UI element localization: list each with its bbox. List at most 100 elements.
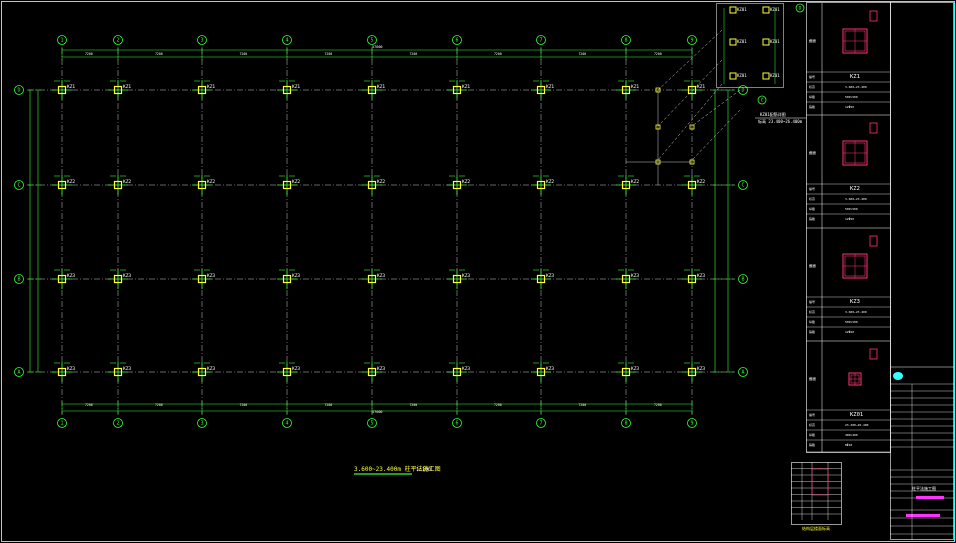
- column-tag: KZ1: [292, 84, 300, 90]
- column-tag: KZ3: [546, 366, 554, 372]
- detail-column[interactable]: [729, 72, 737, 80]
- schedule-size: 500×500: [845, 207, 858, 211]
- bay-dimension: 7200: [494, 403, 502, 407]
- detail-column[interactable]: [729, 6, 737, 14]
- schedule-tag: KZ01: [850, 412, 863, 418]
- column-tag: KZ2: [207, 179, 215, 185]
- axis-bubble-left-label: C: [17, 183, 20, 189]
- drawing-border: [1, 1, 955, 542]
- column-tag: KZ3: [292, 366, 300, 372]
- axis-bubble-top-label: 9: [690, 38, 693, 44]
- column-tag: KZ3: [377, 366, 385, 372]
- column-tag: KZ3: [377, 273, 385, 279]
- column-tag: KZ2: [462, 179, 470, 185]
- axis-bubble-left-label: A: [17, 370, 20, 376]
- axis-bubble-bottom-label: 6: [455, 421, 458, 427]
- schedule-row-label: 标高: [809, 422, 815, 427]
- detail-column[interactable]: [762, 6, 770, 14]
- schedule-row-label: 编号: [809, 74, 815, 79]
- schedule-row-label: 标高: [809, 84, 815, 89]
- schedule-row-label: 截面: [809, 38, 817, 43]
- schedule-row-label: 纵筋: [809, 319, 815, 324]
- schedule-row-label: 标高: [809, 309, 815, 314]
- schedule-row-label: 纵筋: [809, 94, 815, 99]
- schedule-size: 500×500: [845, 320, 858, 324]
- bay-dimension: 7200: [155, 52, 163, 56]
- schedule-row-label: 截面: [809, 150, 817, 155]
- column-tag: KZ1: [697, 84, 705, 90]
- column-tag: KZ3: [207, 273, 215, 279]
- bay-dimension: 7200: [240, 52, 248, 56]
- detail-column[interactable]: [762, 38, 770, 46]
- column-tag: KZ3: [67, 273, 75, 279]
- column-tag: KZ1: [546, 84, 554, 90]
- schedule-elevation: 23.400~26.400: [845, 423, 869, 427]
- bay-dimension: 7200: [240, 403, 248, 407]
- detail-note-line1: KZ01配筋详图: [760, 111, 786, 117]
- column-tag: KZ3: [207, 366, 215, 372]
- schedule-row-label: 箍筋: [809, 216, 815, 221]
- column-tag: KZ3: [123, 366, 131, 372]
- bay-dimension: 7200: [654, 403, 662, 407]
- column-tag: KZ3: [631, 366, 639, 372]
- axis-bubble-bottom-label: 4: [285, 421, 288, 427]
- bay-dimension: 7200: [494, 52, 502, 56]
- overall-dimension-bottom: 57600: [372, 410, 383, 414]
- axis-bubble-right-label: B: [741, 277, 744, 283]
- schedule-row-label: 纵筋: [809, 432, 815, 437]
- axis-bubble-bottom-label: 7: [539, 421, 542, 427]
- schedule-elevation: 3.600~23.400: [845, 85, 867, 89]
- axis-bubble-bottom-label: 5: [370, 421, 373, 427]
- plan-caption-scale: 1:100: [416, 467, 431, 473]
- axis-bubble-right-label: D: [741, 88, 744, 94]
- column-tag: KZ1: [207, 84, 215, 90]
- axis-bubble-top-label: 2: [116, 38, 119, 44]
- axis-bubble-top-label: 5: [370, 38, 373, 44]
- column-tag: KZ2: [292, 179, 300, 185]
- schedule-row-label: 纵筋: [809, 206, 815, 211]
- detail-column-tag: KZ01: [737, 7, 747, 12]
- bay-dimension: 7200: [85, 52, 93, 56]
- bay-dimension: 7200: [325, 52, 333, 56]
- axis-bubble-bottom-label: 1: [60, 421, 63, 427]
- plan-dimensions: 57600 57600 7200 7200 7200 7200 7200 7200 7200 72…: [27, 45, 734, 414]
- column-tag: KZ2: [631, 179, 639, 185]
- axis-bubble-bottom-label: 8: [624, 421, 627, 427]
- schedule-tag: KZ2: [850, 186, 860, 192]
- title-block-highlight: [916, 496, 944, 499]
- bay-dimension: 7200: [654, 52, 662, 56]
- title-block-highlight: [906, 514, 940, 517]
- axis-bubble-top-label: 6: [455, 38, 458, 44]
- detail-column[interactable]: [729, 38, 737, 46]
- axis-bubble-top-label: 4: [285, 38, 288, 44]
- elev-table-title: 结构层楼面标高: [802, 525, 830, 531]
- axis-bubble-left-label: D: [17, 88, 20, 94]
- column-schedule-panel: 截面编号 KZ1标高 3.600~23.400纵筋 500×500箍筋 12Φ20截面编…: [806, 2, 891, 453]
- svg-text:D: D: [799, 6, 802, 12]
- axis-bubble-bottom-label: 9: [690, 421, 693, 427]
- schedule-row-label: 箍筋: [809, 329, 815, 334]
- detail-column[interactable]: [762, 72, 770, 80]
- schedule-tag: KZ3: [850, 299, 860, 305]
- column-tag: KZ3: [462, 366, 470, 372]
- axis-bubble-top-label: 3: [200, 38, 203, 44]
- cad-drawing-canvas: 5760057600720072007200720072007200720072…: [1, 1, 955, 542]
- bay-dimension: 7200: [325, 403, 333, 407]
- overall-dimension-top: 57600: [372, 45, 383, 49]
- column-tag: KZ1: [631, 84, 639, 90]
- column-tag: KZ3: [67, 366, 75, 372]
- column-tag: KZ2: [546, 179, 554, 185]
- floor-elevation-table: 结构层楼面标高: [791, 462, 842, 531]
- detail-column-tag: KZ01: [737, 73, 747, 78]
- bay-dimension: 7200: [85, 403, 93, 407]
- column-tag: KZ3: [546, 273, 554, 279]
- schedule-row-label: 箍筋: [809, 104, 815, 109]
- title-block: 柱平法施工图: [890, 2, 954, 540]
- column-tag: KZ1: [377, 84, 385, 90]
- column-tag: KZ3: [631, 273, 639, 279]
- column-tag: KZ2: [377, 179, 385, 185]
- schedule-elevation: 3.600~23.400: [845, 197, 867, 201]
- schedule-row-label: 截面: [809, 376, 817, 381]
- column-tag: KZ2: [123, 179, 131, 185]
- plan-grid: [28, 48, 735, 415]
